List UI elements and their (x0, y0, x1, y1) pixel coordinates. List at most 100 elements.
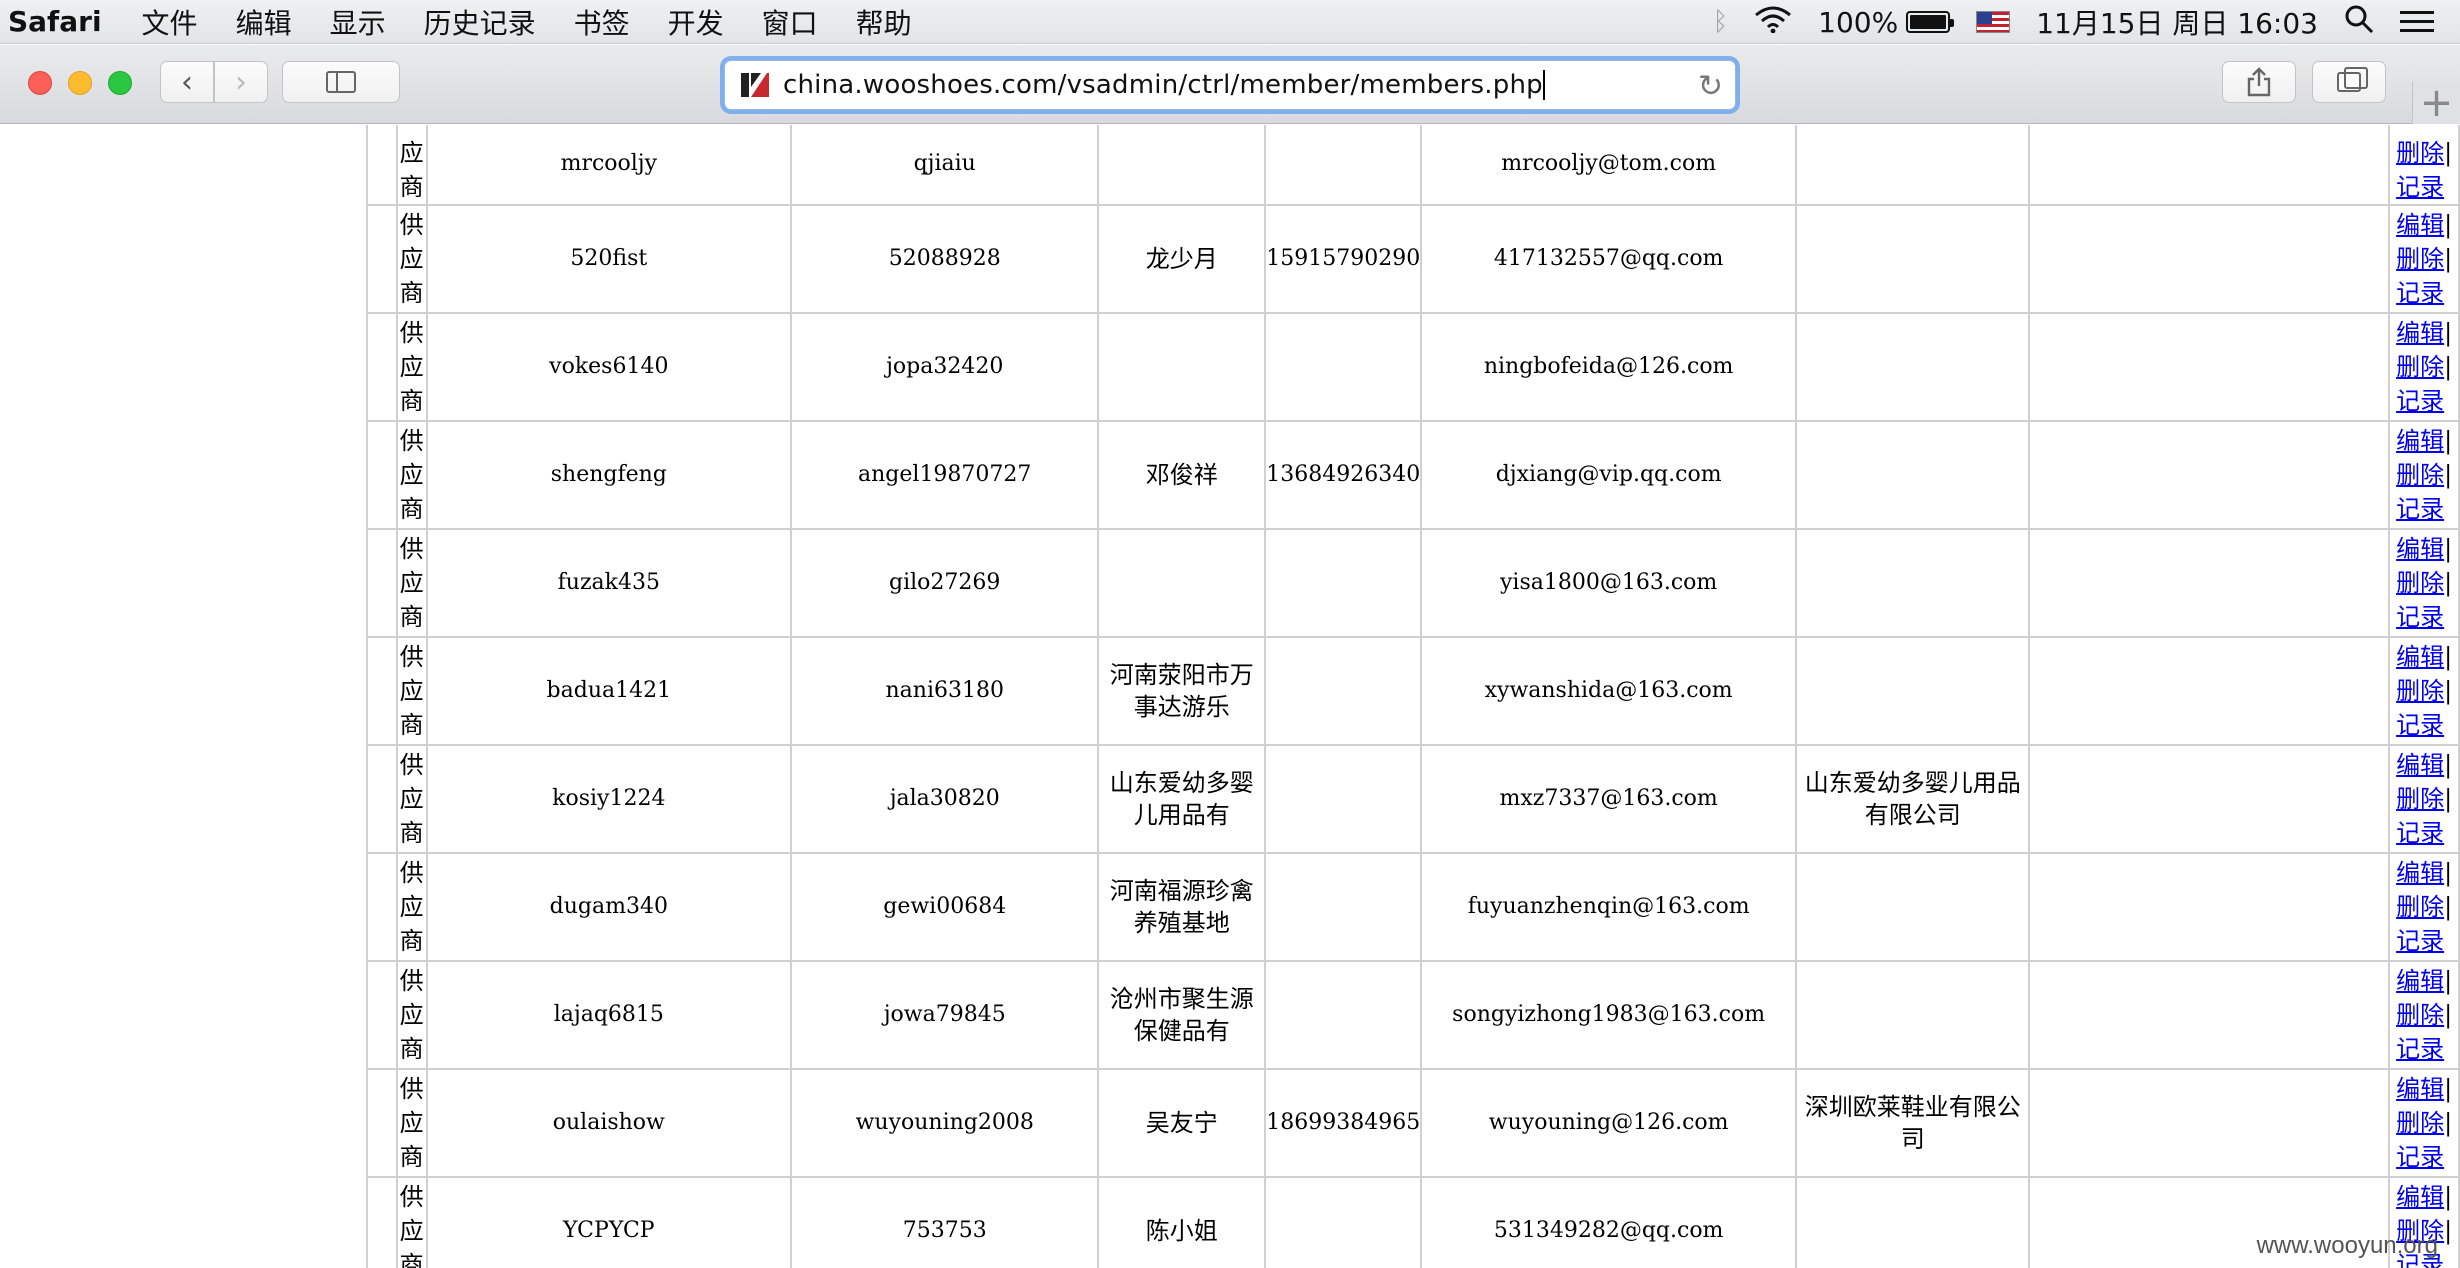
address-bar[interactable]: china.wooshoes.com/vsadmin/ctrl/member/m… (724, 60, 1736, 110)
spotlight-icon[interactable] (2344, 4, 2374, 41)
delete-link[interactable]: 删除 (2396, 245, 2444, 273)
text-caret (1542, 70, 1545, 100)
log-link[interactable]: 记录 (2396, 173, 2444, 201)
member-type-cell: 供应商 (395, 636, 428, 746)
back-button[interactable]: ‹ (160, 61, 214, 103)
link-separator: | (2444, 139, 2453, 167)
edit-link[interactable]: 编辑 (2396, 1183, 2444, 1211)
row-select-cell[interactable] (366, 204, 398, 314)
forward-button[interactable]: › (214, 61, 268, 103)
clock[interactable]: 11月15日 周日 16:03 (2036, 2, 2318, 42)
row-select-cell[interactable] (366, 528, 398, 638)
delete-link[interactable]: 删除 (2396, 677, 2444, 705)
zoom-window-button[interactable] (108, 71, 132, 95)
share-button[interactable] (2222, 61, 2296, 103)
edit-link[interactable]: 编辑 (2396, 751, 2444, 779)
edit-link[interactable]: 编辑 (2396, 535, 2444, 563)
delete-link[interactable]: 删除 (2396, 139, 2444, 167)
delete-link[interactable]: 删除 (2396, 893, 2444, 921)
app-menu-safari[interactable]: Safari (8, 5, 102, 38)
battery-status[interactable]: 100% (1818, 6, 1955, 39)
reload-icon[interactable]: ↻ (1698, 69, 1723, 104)
log-link[interactable]: 记录 (2396, 279, 2444, 307)
row-actions-cell: 删除| 记录 (2388, 125, 2460, 206)
link-separator: | (2444, 427, 2453, 455)
menu-file[interactable]: 文件 (142, 2, 198, 42)
extra-cell (2028, 125, 2391, 206)
notification-list-icon[interactable] (2400, 11, 2434, 33)
delete-link[interactable]: 删除 (2396, 785, 2444, 813)
menu-history[interactable]: 历史记录 (424, 2, 536, 42)
member-type-cell: 供应商 (395, 420, 428, 530)
row-select-cell[interactable] (366, 852, 398, 962)
delete-link[interactable]: 删除 (2396, 1109, 2444, 1137)
url-text[interactable]: china.wooshoes.com/vsadmin/ctrl/member/m… (783, 70, 1543, 100)
contact-name-cell: 沧州市聚生源保健品有 (1097, 960, 1267, 1070)
show-all-tabs-button[interactable] (2312, 61, 2386, 103)
edit-link[interactable]: 编辑 (2396, 643, 2444, 671)
menu-view[interactable]: 显示 (330, 2, 386, 42)
email-cell: ningbofeida@126.com (1420, 312, 1798, 422)
log-link[interactable]: 记录 (2396, 1143, 2444, 1171)
member-type-cell: 供应商 (395, 744, 428, 854)
table-row: 供应商 shengfeng angel19870727 邓俊祥 13684926340 d… (366, 420, 2460, 530)
edit-link[interactable]: 编辑 (2396, 1075, 2444, 1103)
bluetooth-icon[interactable]: ᛒ (1713, 7, 1729, 37)
new-tab-button[interactable]: + (2412, 80, 2460, 126)
minimize-window-button[interactable] (68, 71, 92, 95)
contact-name-cell (1097, 528, 1267, 638)
row-actions-cell: 编辑| 删除| 记录 (2388, 420, 2460, 530)
log-link[interactable]: 记录 (2396, 603, 2444, 631)
extra-cell (2028, 204, 2391, 314)
wifi-icon[interactable] (1754, 5, 1792, 40)
table-row: 供应商 badua1421 nani63180 河南荥阳市万事达游乐 xywanshid… (366, 636, 2460, 746)
menu-bookmarks[interactable]: 书签 (574, 2, 630, 42)
delete-link[interactable]: 删除 (2396, 353, 2444, 381)
log-link[interactable]: 记录 (2396, 495, 2444, 523)
row-select-cell[interactable] (366, 960, 398, 1070)
close-window-button[interactable] (28, 71, 52, 95)
menu-bar: Safari 文件 编辑 显示 历史记录 书签 开发 窗口 帮助 ᛒ 100% … (0, 0, 2460, 44)
row-actions-cell: 编辑| 删除| 记录 (2388, 852, 2460, 962)
log-link[interactable]: 记录 (2396, 819, 2444, 847)
link-separator: | (2444, 677, 2453, 705)
username-cell: fuzak435 (425, 528, 793, 638)
row-actions-cell: 编辑| 删除| 记录 (2388, 312, 2460, 422)
log-link[interactable]: 记录 (2396, 927, 2444, 955)
log-link[interactable]: 记录 (2396, 387, 2444, 415)
row-select-cell[interactable] (366, 636, 398, 746)
contact-name-cell: 龙少月 (1097, 204, 1267, 314)
delete-link[interactable]: 删除 (2396, 569, 2444, 597)
link-separator: | (2444, 967, 2453, 995)
watermark: www.wooyun.org (2256, 1232, 2438, 1259)
tabs-icon (2337, 67, 2368, 92)
page-content: 应商 mrcooljy qjiaiu mrcooljy@tom.com 删除| 记录 供应商… (0, 125, 2460, 1268)
menu-help[interactable]: 帮助 (856, 2, 912, 42)
edit-link[interactable]: 编辑 (2396, 427, 2444, 455)
delete-link[interactable]: 删除 (2396, 461, 2444, 489)
chevron-right-icon: › (235, 64, 247, 100)
edit-link[interactable]: 编辑 (2396, 859, 2444, 887)
menu-edit[interactable]: 编辑 (236, 2, 292, 42)
phone-cell (1264, 960, 1423, 1070)
menu-develop[interactable]: 开发 (668, 2, 724, 42)
member-type-cell: 供应商 (395, 1176, 428, 1268)
row-select-cell[interactable] (366, 744, 398, 854)
sidebar-toggle-button[interactable] (282, 61, 400, 103)
contact-name-cell: 陈小姐 (1097, 1176, 1267, 1268)
menu-window[interactable]: 窗口 (762, 2, 818, 42)
delete-link[interactable]: 删除 (2396, 1001, 2444, 1029)
row-select-cell[interactable] (366, 1068, 398, 1178)
edit-link[interactable]: 编辑 (2396, 319, 2444, 347)
password-cell: jala30820 (790, 744, 1100, 854)
row-actions-cell: 编辑| 删除| 记录 (2388, 960, 2460, 1070)
log-link[interactable]: 记录 (2396, 711, 2444, 739)
row-select-cell[interactable] (366, 125, 398, 206)
row-select-cell[interactable] (366, 312, 398, 422)
edit-link[interactable]: 编辑 (2396, 967, 2444, 995)
row-select-cell[interactable] (366, 420, 398, 530)
us-flag-icon[interactable] (1976, 11, 2011, 33)
log-link[interactable]: 记录 (2396, 1035, 2444, 1063)
edit-link[interactable]: 编辑 (2396, 211, 2444, 239)
row-select-cell[interactable] (366, 1176, 398, 1268)
